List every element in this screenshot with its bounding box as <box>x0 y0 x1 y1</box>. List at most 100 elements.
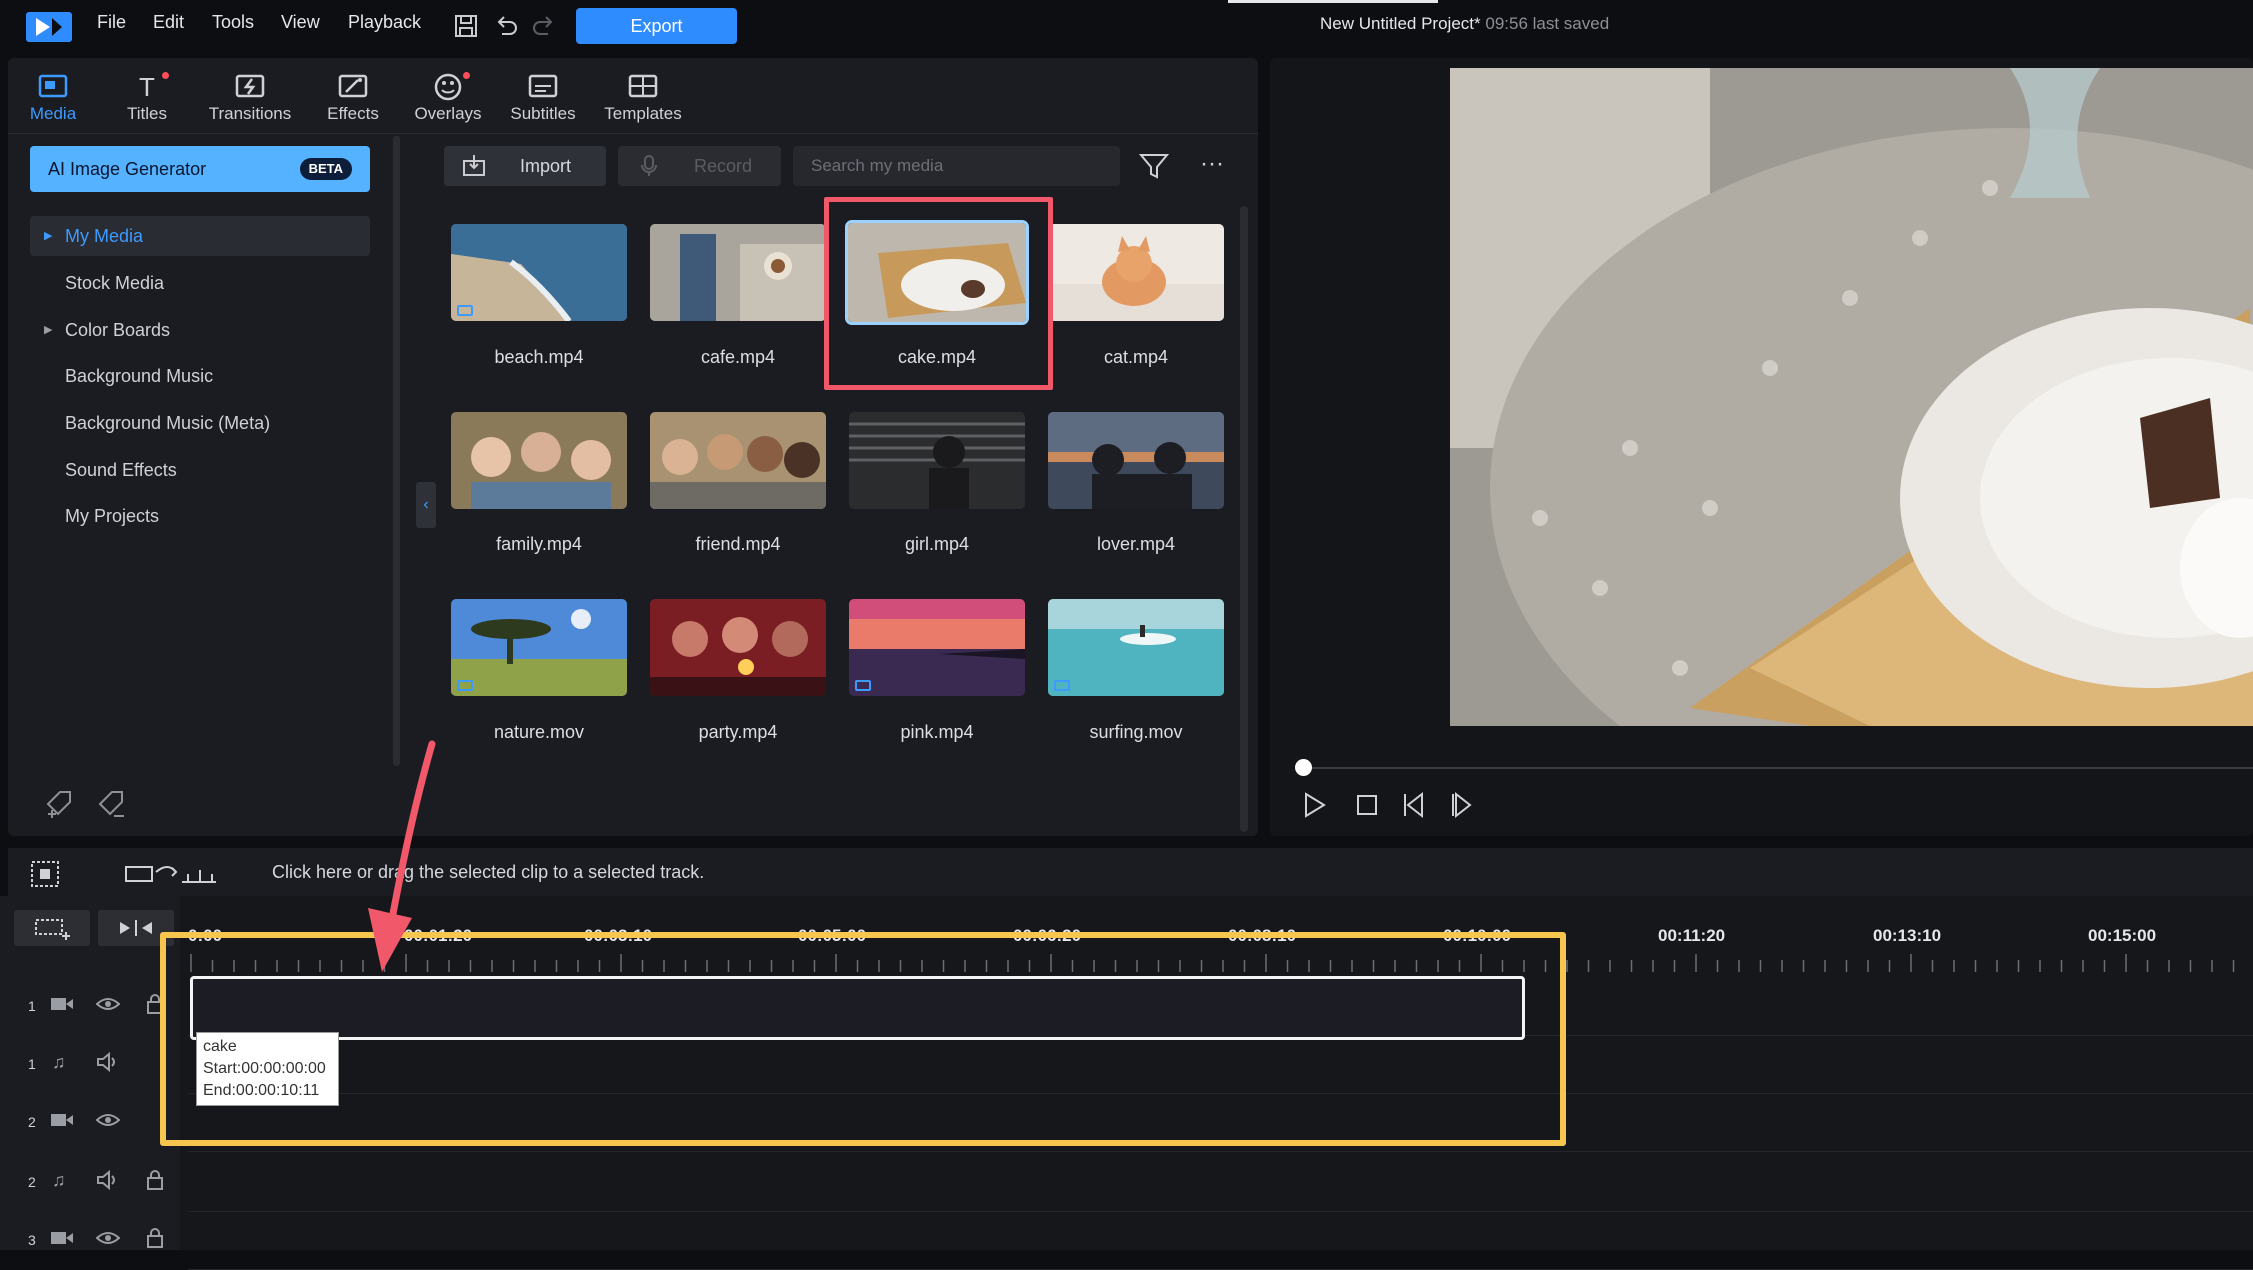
menu-view[interactable]: View <box>281 12 320 33</box>
media-thumbnail-lover[interactable] <box>1048 412 1224 509</box>
eye-icon[interactable] <box>96 1228 120 1248</box>
lock-icon[interactable] <box>146 1228 164 1248</box>
sidebar-item-stock-media[interactable]: Stock Media <box>30 263 370 303</box>
sidebar-item-sound-effects[interactable]: Sound Effects <box>30 450 370 490</box>
add-track-icon <box>35 919 70 940</box>
app-logo-icon <box>26 12 72 42</box>
eye-icon[interactable] <box>96 994 120 1014</box>
subtitles-icon <box>528 74 558 98</box>
export-button[interactable]: Export <box>576 8 737 44</box>
beta-badge: BETA <box>299 158 352 180</box>
record-button[interactable]: Record <box>618 146 781 186</box>
media-thumbnail-surfing[interactable] <box>1048 599 1224 696</box>
play-icon[interactable] <box>1300 790 1330 820</box>
media-scrollbar[interactable] <box>1240 206 1248 832</box>
effects-icon <box>338 74 368 98</box>
sidebar-item-label: Stock Media <box>65 273 165 293</box>
tab-templates[interactable]: Templates <box>598 70 688 124</box>
media-label: family.mp4 <box>496 534 582 554</box>
import-button[interactable]: Import <box>444 146 606 186</box>
video-track-icon <box>51 998 73 1010</box>
sidebar-item-label: Sound Effects <box>65 460 177 480</box>
chevron-left-icon: ‹ <box>423 496 429 513</box>
tab-media[interactable]: Media <box>8 70 98 124</box>
media-thumbnail-cat[interactable] <box>1048 224 1224 321</box>
expand-triangle-icon: ▶ <box>44 324 53 336</box>
sidebar-item-label: Background Music (Meta) <box>65 413 271 433</box>
family-thumbnail-image <box>451 412 627 509</box>
overlays-icon <box>434 73 462 101</box>
remove-tag-icon[interactable] <box>96 788 128 820</box>
media-thumbnail-nature[interactable] <box>451 599 627 696</box>
lock-icon[interactable] <box>146 1170 164 1190</box>
beach-thumbnail-image <box>451 224 627 321</box>
track-lane-video-3[interactable] <box>188 1214 2253 1270</box>
media-thumbnail-beach[interactable] <box>451 224 627 321</box>
tab-effects[interactable]: Effects <box>308 70 398 124</box>
tab-transitions-label: Transitions <box>208 104 292 123</box>
video-badge-icon <box>1054 680 1070 691</box>
sidebar-item-label: My Projects <box>65 506 160 526</box>
video-track-icon <box>51 1232 73 1244</box>
media-thumbnail-cafe[interactable] <box>650 224 826 321</box>
menu-file[interactable]: File <box>97 12 126 33</box>
speaker-icon[interactable] <box>96 1052 120 1072</box>
record-label: Record <box>694 156 753 176</box>
menu-playback[interactable]: Playback <box>348 12 421 33</box>
stop-icon[interactable] <box>1352 790 1382 820</box>
track-header-video-1: 1 <box>0 980 180 1036</box>
playback-scrubber-handle[interactable] <box>1295 759 1312 776</box>
eye-icon[interactable] <box>96 1110 120 1130</box>
microphone-icon <box>641 155 657 176</box>
timeline-hint-text: Click here or drag the selected clip to … <box>272 862 705 882</box>
save-icon[interactable] <box>452 12 480 40</box>
preview-video-frame <box>1450 68 2253 726</box>
track-lane-audio-2[interactable] <box>188 1156 2253 1212</box>
sidebar-item-my-projects[interactable]: My Projects <box>30 496 370 536</box>
more-options-icon[interactable]: ··· <box>1196 150 1228 182</box>
undo-icon[interactable] <box>492 12 520 40</box>
transitions-icon <box>235 74 265 98</box>
surfing-thumbnail-image <box>1048 599 1224 696</box>
next-frame-icon[interactable] <box>1448 790 1478 820</box>
tab-transitions[interactable]: Transitions <box>205 70 295 124</box>
tabs-divider <box>8 133 1258 134</box>
pink-thumbnail-image <box>849 599 1025 696</box>
media-label: cat.mp4 <box>1103 347 1169 367</box>
collapse-sidebar-handle[interactable]: ‹ <box>416 482 436 528</box>
tab-titles-label: Titles <box>127 104 167 123</box>
timeline-select-icon[interactable] <box>30 860 60 888</box>
media-thumbnail-family[interactable] <box>451 412 627 509</box>
media-label: pink.mp4 <box>900 722 974 742</box>
sidebar-item-my-media[interactable]: ▶ My Media <box>30 216 370 256</box>
menu-edit[interactable]: Edit <box>153 12 184 33</box>
sidebar-item-background-music-meta[interactable]: Background Music (Meta) <box>30 403 370 443</box>
previous-frame-icon[interactable] <box>1400 790 1430 820</box>
filter-icon[interactable] <box>1138 150 1170 182</box>
tab-overlays[interactable]: Overlays <box>403 70 493 124</box>
project-title: New Untitled Project* 09:56 last saved <box>1320 14 1610 33</box>
sidebar-item-background-music[interactable]: Background Music <box>30 356 370 396</box>
ai-image-generator-button[interactable]: AI Image Generator BETA <box>30 146 370 192</box>
media-thumbnail-pink[interactable] <box>849 599 1025 696</box>
redo-icon[interactable] <box>530 12 558 40</box>
add-tag-icon[interactable] <box>44 788 76 820</box>
menu-tools[interactable]: Tools <box>212 12 254 33</box>
search-media-input[interactable] <box>793 146 1120 186</box>
tab-titles[interactable]: T Titles <box>102 70 192 124</box>
add-track-button[interactable] <box>14 910 90 946</box>
media-thumbnail-party[interactable] <box>650 599 826 696</box>
speaker-icon[interactable] <box>96 1170 120 1190</box>
sidebar-scrollbar[interactable] <box>393 136 400 766</box>
track-number: 3 <box>28 1232 36 1248</box>
templates-icon <box>628 74 658 98</box>
media-thumbnail-girl[interactable] <box>849 412 1025 509</box>
sidebar-item-color-boards[interactable]: ▶ Color Boards <box>30 310 370 350</box>
tab-templates-label: Templates <box>604 104 682 123</box>
media-thumbnail-friend[interactable] <box>650 412 826 509</box>
sidebar-item-label: Color Boards <box>65 320 171 340</box>
playback-progress-track[interactable] <box>1300 767 2253 769</box>
tab-media-label: Media <box>29 104 77 123</box>
tab-subtitles[interactable]: Subtitles <box>498 70 588 124</box>
insert-clip-tools-icon[interactable] <box>124 860 224 888</box>
